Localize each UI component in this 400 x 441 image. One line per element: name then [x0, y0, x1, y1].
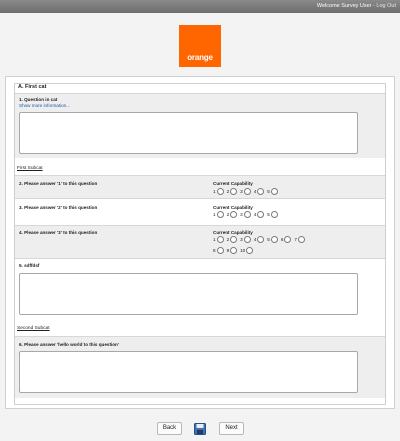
- radio-button[interactable]: [243, 236, 251, 243]
- back-button[interactable]: Back: [157, 422, 182, 435]
- question-2-label: 2. Please answer '1' to this question: [19, 181, 98, 186]
- q4-option-8[interactable]: 8: [213, 245, 224, 256]
- question-5-label: 5. sdffdsf: [19, 263, 40, 268]
- radio-button[interactable]: [216, 247, 224, 254]
- question-2-radio-group: 1 2 3 4 5: [213, 186, 323, 197]
- next-button[interactable]: Next: [219, 422, 244, 435]
- question-1-textarea[interactable]: [19, 112, 358, 154]
- radio-number: 5: [267, 189, 270, 194]
- radio-number: 8: [213, 248, 216, 253]
- q4-option-9[interactable]: 9: [227, 245, 238, 256]
- radio-number: 3: [240, 237, 243, 242]
- radio-number: 5: [267, 237, 270, 242]
- radio-number: 1: [213, 212, 216, 217]
- logout-link[interactable]: Log Out: [376, 3, 396, 9]
- top-bar: Welcome Survey User - Log Out: [0, 0, 400, 13]
- q3-option-1[interactable]: 1: [213, 209, 224, 220]
- radio-number: 2: [226, 212, 230, 217]
- q4-option-1[interactable]: 1: [213, 234, 224, 245]
- orange-logo: orange: [179, 25, 221, 67]
- q4-option-4[interactable]: 4: [254, 234, 265, 245]
- q2-option-5[interactable]: 5: [267, 186, 278, 197]
- question-1-label: 1. Question in cat: [19, 97, 58, 102]
- radio-number: 7: [294, 237, 297, 242]
- radio-button[interactable]: [257, 188, 265, 195]
- question-6-label: 6. Please answer 'hello world to this qu…: [19, 342, 119, 347]
- radio-number: 1: [213, 189, 216, 194]
- q2-option-4[interactable]: 4: [254, 186, 265, 197]
- radio-number: 4: [253, 212, 257, 217]
- radio-number: 3: [240, 189, 243, 194]
- radio-button[interactable]: [230, 211, 238, 218]
- logo-text: orange: [187, 53, 213, 62]
- show-more-link[interactable]: Show more information...: [19, 103, 70, 108]
- radio-button[interactable]: [257, 236, 265, 243]
- q4-option-5[interactable]: 5: [267, 234, 278, 245]
- radio-button[interactable]: [243, 211, 251, 218]
- radio-button[interactable]: [243, 188, 251, 195]
- radio-button[interactable]: [270, 236, 278, 243]
- radio-button[interactable]: [230, 247, 238, 254]
- q2-option-1[interactable]: 1: [213, 186, 224, 197]
- subcat-1-title: First Subcat: [17, 166, 43, 171]
- radio-number: 4: [253, 189, 257, 194]
- question-3-radio-group: 1 2 3 4 5: [213, 209, 323, 220]
- subcat-2-title: Second Subcat: [17, 326, 50, 331]
- radio-number: 4: [253, 237, 257, 242]
- question-6-textarea[interactable]: [19, 351, 358, 393]
- q3-option-5[interactable]: 5: [267, 209, 278, 220]
- q4-option-6[interactable]: 6: [281, 234, 292, 245]
- q3-option-4[interactable]: 4: [254, 209, 265, 220]
- radio-button[interactable]: [270, 211, 278, 218]
- q4-option-10[interactable]: 10: [240, 245, 254, 256]
- question-4-radio-group: 1 2 3 4 5 6 7 8 9 10: [213, 234, 313, 256]
- radio-number: 10: [240, 248, 246, 253]
- radio-button[interactable]: [230, 236, 238, 243]
- radio-button[interactable]: [216, 188, 224, 195]
- radio-button[interactable]: [246, 247, 254, 254]
- radio-number: 2: [226, 237, 230, 242]
- q3-option-2[interactable]: 2: [227, 209, 238, 220]
- q4-option-7[interactable]: 7: [294, 234, 305, 245]
- q3-option-3[interactable]: 3: [240, 209, 251, 220]
- question-block-3: [15, 198, 385, 225]
- question-5-textarea[interactable]: [19, 273, 358, 315]
- q2-option-2[interactable]: 2: [227, 186, 238, 197]
- category-title: A. First cat: [18, 84, 47, 90]
- header-separator: -: [373, 3, 375, 9]
- welcome-text: Welcome Survey User: [316, 3, 372, 9]
- question-block-2: [15, 175, 385, 198]
- radio-button[interactable]: [297, 236, 305, 243]
- q4-option-3[interactable]: 3: [240, 234, 251, 245]
- q2-option-3[interactable]: 3: [240, 186, 251, 197]
- radio-number: 1: [213, 237, 216, 242]
- radio-number: 5: [267, 212, 270, 217]
- q4-option-2[interactable]: 2: [227, 234, 238, 245]
- radio-button[interactable]: [284, 236, 292, 243]
- radio-button[interactable]: [216, 211, 224, 218]
- radio-button[interactable]: [270, 188, 278, 195]
- radio-number: 9: [226, 248, 230, 253]
- question-4-label: 4. Please answer '3' to this question: [19, 230, 98, 235]
- radio-number: 6: [280, 237, 284, 242]
- radio-number: 2: [226, 189, 230, 194]
- radio-button[interactable]: [216, 236, 224, 243]
- floppy-disk-icon[interactable]: [194, 422, 206, 435]
- radio-button[interactable]: [230, 188, 238, 195]
- radio-number: 3: [240, 212, 243, 217]
- question-3-label: 3. Please answer '2' to this question: [19, 205, 98, 210]
- radio-button[interactable]: [257, 211, 265, 218]
